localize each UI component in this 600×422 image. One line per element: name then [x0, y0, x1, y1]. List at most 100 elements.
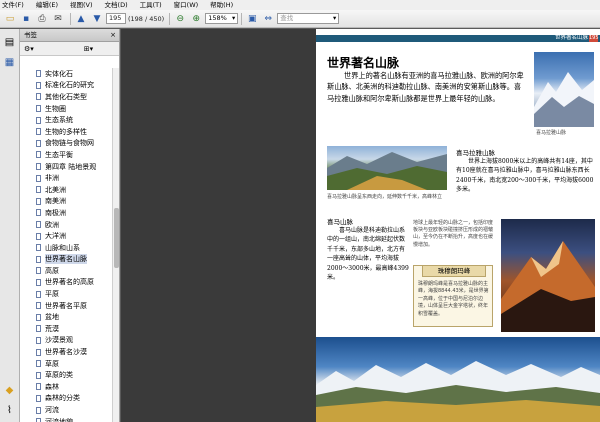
- bookmark-scrollbar[interactable]: [112, 68, 119, 422]
- bookmark-label: 河流: [45, 406, 59, 415]
- bookmark-item[interactable]: 盆地: [20, 311, 113, 323]
- bookmark-item[interactable]: 草原的类: [20, 369, 113, 381]
- bookmark-item[interactable]: 沙漠景观: [20, 335, 113, 347]
- toolbar: ▭ ▪ ⎙ ✉ ▲ ▼ 195 (198 / 450) ⊖ ⊕ 158% ▾ ▣…: [0, 10, 600, 28]
- search-input[interactable]: 查找 ▾: [277, 13, 340, 24]
- bookmark-label: 森林: [45, 382, 59, 391]
- bookmark-page-icon: [36, 406, 41, 414]
- bookmark-item[interactable]: 生态平衡: [20, 149, 113, 161]
- bookmark-item[interactable]: 森林: [20, 381, 113, 393]
- bookmark-item[interactable]: 草原: [20, 358, 113, 370]
- bookmark-label: 生态系统: [45, 116, 73, 125]
- himalaya-heading: 喜马拉雅山脉: [456, 149, 495, 157]
- bookmark-item[interactable]: 第四章 陆地景观: [20, 161, 113, 173]
- zoom-out-icon[interactable]: ⊖: [173, 12, 187, 25]
- close-icon[interactable]: ×: [110, 29, 116, 42]
- fit-page-icon[interactable]: ▣: [245, 12, 259, 25]
- zoom-select[interactable]: 158% ▾: [205, 13, 239, 24]
- bookmark-item[interactable]: 食物链与食物网: [20, 138, 113, 150]
- side-note: 地球上最年轻的山脉之一，包括印度板块与亚欧板块碰撞挤压形成的褶皱山，至今仍在不断…: [413, 220, 494, 248]
- bookmark-item[interactable]: 欧洲: [20, 219, 113, 231]
- menu-document[interactable]: 文档(D): [105, 0, 128, 10]
- navigation-strip: ▤ ▦ ◆ ⌇: [0, 29, 20, 422]
- search-placeholder: 查找: [280, 14, 294, 22]
- menu-tools[interactable]: 工具(T): [140, 0, 162, 10]
- bookmark-page-icon: [36, 105, 41, 113]
- bookmark-item[interactable]: 平原: [20, 288, 113, 300]
- bookmark-item[interactable]: 大洋洲: [20, 230, 113, 242]
- bookmark-item[interactable]: 南美洲: [20, 196, 113, 208]
- bookmark-label: 世界著名的高原: [45, 278, 94, 287]
- bookmark-page-icon: [36, 151, 41, 159]
- menu-view[interactable]: 视图(V): [70, 0, 93, 10]
- bookmark-page-icon: [36, 163, 41, 171]
- menu-help[interactable]: 帮助(H): [210, 0, 233, 10]
- everest-box-title: 珠穆朗玛峰: [422, 265, 486, 277]
- bookmark-label: 沙漠景观: [45, 336, 73, 345]
- bookmark-item[interactable]: 生态系统: [20, 114, 113, 126]
- bookmark-page-icon: [36, 394, 41, 402]
- bookmark-item[interactable]: 北美洲: [20, 184, 113, 196]
- bookmark-page-icon: [36, 139, 41, 147]
- everest-info-box: 珠穆朗玛峰 珠穆朗玛峰是喜马拉雅山脉的主峰，海拔8844.43米，是世界第一高峰…: [413, 265, 493, 327]
- bookmark-label: 世界著名平原: [45, 301, 87, 310]
- page-header-bar: 世界著名山脉 195: [316, 35, 600, 42]
- bookmark-item[interactable]: 世界著名平原: [20, 300, 113, 312]
- bookmark-item[interactable]: 实体化石: [20, 68, 113, 80]
- bookmark-item[interactable]: 森林的分类: [20, 393, 113, 405]
- bookmark-label: 高原: [45, 266, 59, 275]
- bookmark-panel-title: 书签: [24, 31, 37, 39]
- scrollbar-thumb[interactable]: [114, 208, 119, 268]
- bookmark-item[interactable]: 世界著名山脉: [20, 254, 113, 266]
- snowy-mountain-photo: [534, 52, 594, 127]
- menu-file[interactable]: 文件(F): [2, 0, 24, 10]
- bookmark-item[interactable]: 其他化石类型: [20, 91, 113, 103]
- menu-window[interactable]: 窗口(W): [174, 0, 199, 10]
- new-bookmark-icon[interactable]: ⊞▾: [84, 45, 93, 53]
- zoom-in-icon[interactable]: ⊕: [189, 12, 203, 25]
- prev-page-icon[interactable]: ▲: [74, 12, 88, 25]
- everest-box-body: 珠穆朗玛峰是喜马拉雅山脉的主峰，海拔8844.43米，是世界第一高峰，位于中国与…: [418, 281, 489, 317]
- bookmark-label: 其他化石类型: [45, 92, 87, 101]
- fit-width-icon[interactable]: ⇔: [261, 12, 275, 25]
- bookmarks-panel-icon[interactable]: ▦: [3, 56, 16, 69]
- bookmark-label: 欧洲: [45, 220, 59, 229]
- comment-icon[interactable]: ◆: [3, 384, 16, 397]
- bookmark-item[interactable]: 荒漠: [20, 323, 113, 335]
- document-viewport[interactable]: 世界著名山脉 195 世界著名山脉 世界上的著名山脉有亚洲的喜马拉雅山脉、欧洲的…: [121, 29, 600, 422]
- bookmark-item[interactable]: 河流地貌: [20, 416, 113, 422]
- bookmark-item[interactable]: 河流: [20, 404, 113, 416]
- bookmark-label: 河流地貌: [45, 417, 73, 422]
- bookmark-label: 非洲: [45, 174, 59, 183]
- bookmark-item[interactable]: 南极洲: [20, 207, 113, 219]
- bookmark-label: 第四章 陆地景观: [45, 162, 97, 171]
- open-folder-icon[interactable]: ▭: [3, 12, 17, 25]
- bookmark-item[interactable]: 标准化石的研究: [20, 80, 113, 92]
- valley-caption: 喜马拉雅山脉呈东西走向，延伸数千千米，高峰林立: [327, 194, 443, 200]
- bookmark-item[interactable]: 生物圈: [20, 103, 113, 115]
- bookmark-item[interactable]: 世界著名沙漠: [20, 346, 113, 358]
- bookmark-list: 实体化石 标准化石的研究 其他化石类型生物圈 生态系统生物的多样性食物链与食物网 生态平…: [20, 68, 113, 422]
- pages-panel-icon[interactable]: ▤: [3, 36, 16, 49]
- pdf-page: 世界著名山脉 195 世界著名山脉 世界上的著名山脉有亚洲的喜马拉雅山脉、欧洲的…: [316, 29, 600, 422]
- bookmark-label: 荒漠: [45, 324, 59, 333]
- menu-edit[interactable]: 编辑(E): [36, 0, 58, 10]
- bookmark-panel: 书签 × ⚙▾ ⊞▾ 实体化石 标准化石的研究 其他化石类型生物圈 生态系统生物的多样…: [20, 29, 120, 422]
- bookmark-item[interactable]: 生物的多样性: [20, 126, 113, 138]
- himalaya-paragraph: 世界上海拔8000米以上的高峰共有14座，其中有10座就在喜马拉雅山脉中，喜马拉…: [456, 158, 594, 194]
- page-title: 世界著名山脉: [327, 56, 400, 70]
- bookmark-item[interactable]: 非洲: [20, 172, 113, 184]
- bookmark-item[interactable]: 山脉和山系: [20, 242, 113, 254]
- bookmark-label: 生物的多样性: [45, 127, 87, 136]
- page-number-input[interactable]: 195: [106, 13, 126, 24]
- save-icon[interactable]: ▪: [19, 12, 33, 25]
- print-icon[interactable]: ⎙: [35, 12, 49, 25]
- bookmark-item[interactable]: 世界著名的高原: [20, 277, 113, 289]
- bookmark-page-icon: [36, 383, 41, 391]
- email-icon[interactable]: ✉: [51, 12, 65, 25]
- next-page-icon[interactable]: ▼: [90, 12, 104, 25]
- attachment-icon[interactable]: ⌇: [3, 404, 16, 417]
- bookmark-options-icon[interactable]: ⚙▾: [24, 45, 34, 53]
- bookmark-item[interactable]: 高原: [20, 265, 113, 277]
- bookmark-label: 标准化石的研究: [45, 81, 94, 90]
